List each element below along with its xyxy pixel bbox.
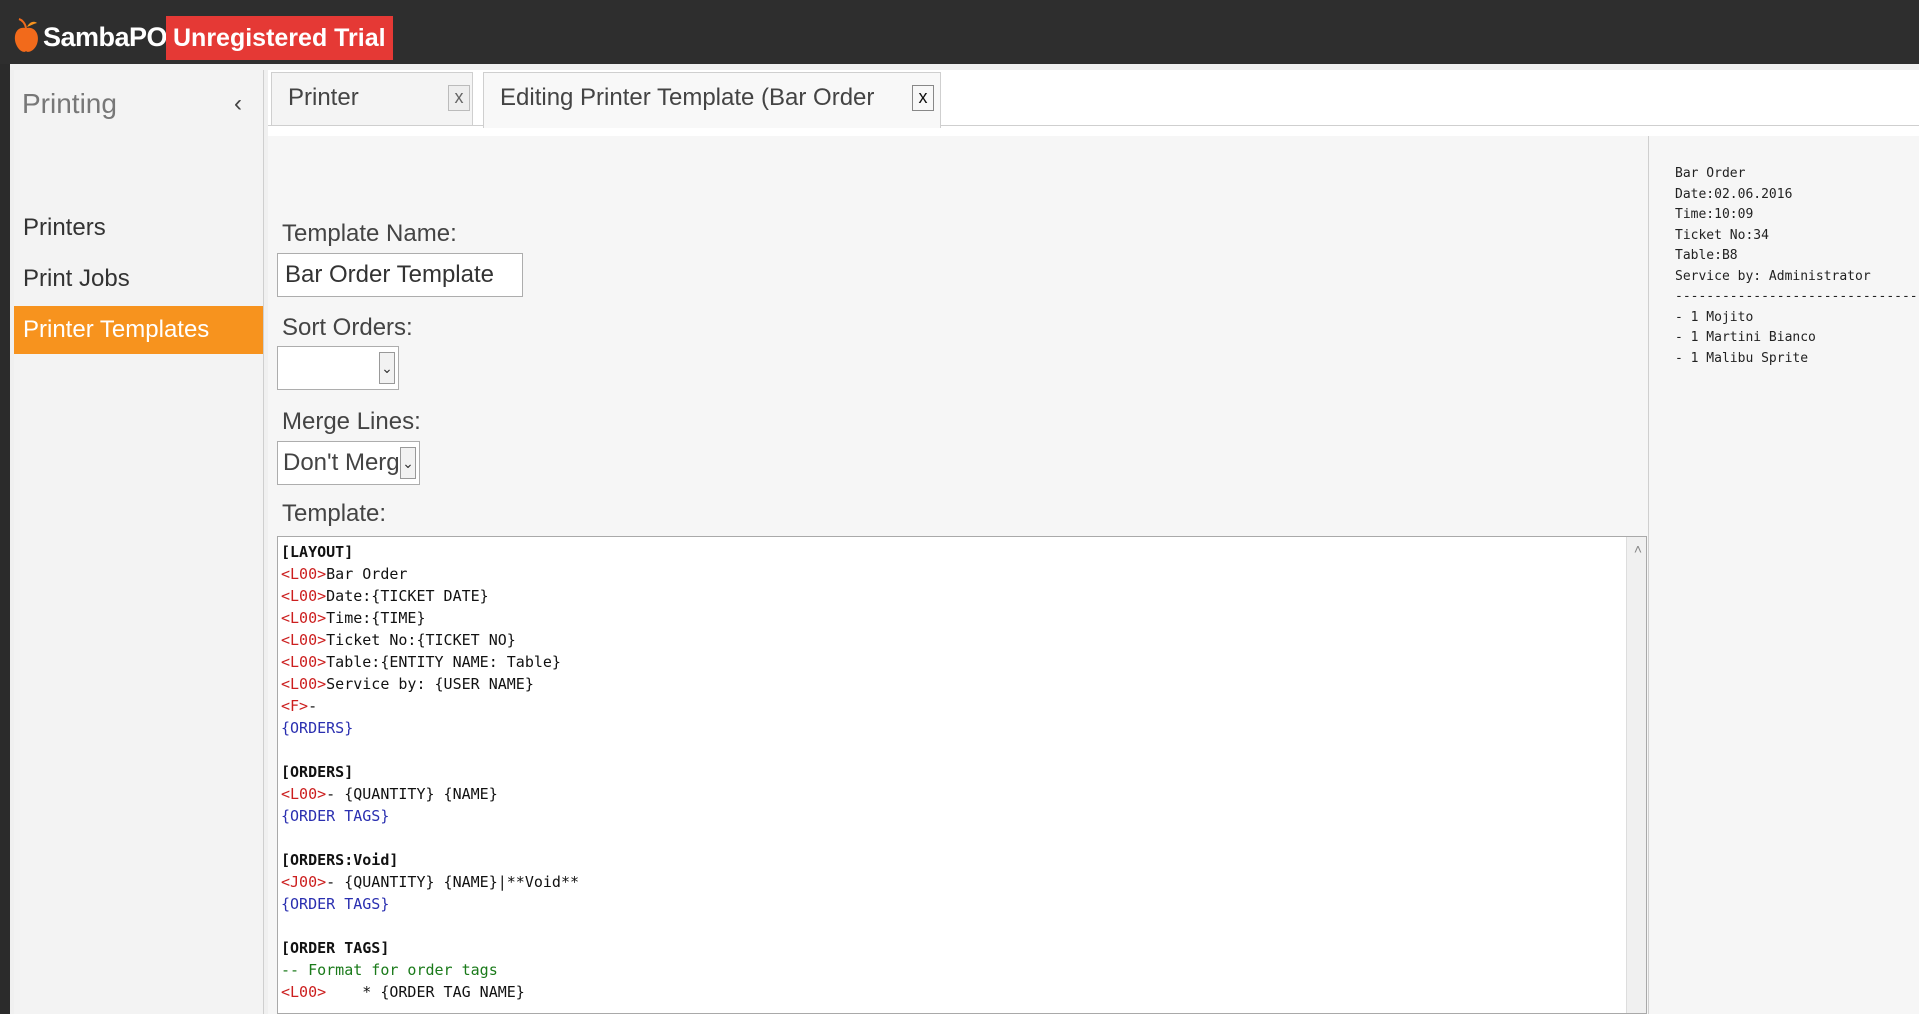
code-line: <L00>Ticket No:{TICKET NO} (281, 629, 579, 651)
merge-lines-value: Don't Merge (283, 449, 413, 476)
preview-line: Time:10:09 (1675, 207, 1754, 222)
preview-line: - 1 Malibu Sprite (1675, 350, 1809, 366)
code-line: <L00>Table:{ENTITY NAME: Table} (281, 651, 579, 673)
fruit-logo-icon (14, 18, 38, 52)
preview-line: - 1 Martini Bianco (1675, 330, 1816, 345)
code-token: - (308, 697, 318, 715)
code-token: <L00> (281, 587, 327, 605)
editor-pane: Template Name: Sort Orders: ⌄ Merge Line… (268, 136, 1648, 1014)
code-line: [ORDER TAGS] (281, 937, 579, 959)
code-token: [ORDERS:Void] (281, 851, 399, 869)
preview-line: Bar Order (1675, 166, 1746, 181)
preview-line: -------------------------------- (1675, 289, 1919, 304)
preview-line: Ticket No:34 (1675, 227, 1769, 243)
content-area: Printer Templates x Editing Printer Temp… (268, 70, 1919, 1014)
code-token: {ORDER TAGS} (281, 807, 390, 825)
template-name-input[interactable] (277, 253, 523, 297)
code-line: {ORDERS} (281, 717, 579, 739)
code-token: Time:{TIME} (326, 609, 426, 627)
code-line: <L00>- {QUANTITY} {NAME} (281, 783, 579, 805)
code-line: <L00>Time:{TIME} (281, 607, 579, 629)
code-line: [ORDERS] (281, 761, 579, 783)
sidebar-item-print-jobs[interactable]: Print Jobs (14, 255, 263, 303)
merge-lines-label: Merge Lines: (282, 408, 421, 435)
merge-lines-select[interactable]: Don't Merge ⌄ (277, 441, 420, 485)
code-token: <L00> (281, 653, 327, 671)
code-token: <L00> (281, 609, 327, 627)
code-token: Bar Order (326, 565, 408, 583)
chevron-down-icon[interactable]: ⌄ (379, 352, 395, 384)
code-token: <L00> (281, 675, 327, 693)
code-line: {ORDER TAGS} (281, 893, 579, 915)
sort-orders-label: Sort Orders: (282, 314, 413, 341)
preview-line: Table:B8 (1675, 248, 1738, 263)
tab-bar: Printer Templates x Editing Printer Temp… (268, 70, 1919, 161)
tab-printer-templates[interactable]: Printer Templates x (271, 72, 473, 161)
sidebar-title: Printing (22, 88, 117, 119)
template-editor[interactable]: [LAYOUT] <L00>Bar Order <L00>Date:{TICKET … (277, 536, 1647, 1014)
code-token: <L00> (281, 983, 327, 1001)
code-token: <F> (281, 697, 309, 715)
code-token: {ORDERS} (281, 719, 354, 737)
trial-badge: Unregistered Trial (166, 16, 393, 60)
preview-line: - 1 Mojito (1675, 309, 1754, 325)
preview-line: Date:02.06.2016 (1675, 186, 1793, 202)
scroll-up-icon[interactable]: ˄ (1634, 541, 1642, 557)
ticket-preview: Bar Order Date:02.06.2016 Time:10:09 Ticket… (1675, 164, 1919, 369)
sort-orders-select[interactable]: ⌄ (277, 346, 399, 390)
code-token: * {ORDER TAG NAME} (326, 983, 525, 1001)
code-token: [ORDERS] (281, 763, 354, 781)
code-token: Date:{TICKET DATE} (326, 587, 489, 605)
code-line: <F>- (281, 695, 579, 717)
code-token: <L00> (281, 565, 327, 583)
chevron-left-icon[interactable]: ‹ (234, 90, 242, 118)
preview-pane: Bar Order Date:02.06.2016 Time:10:09 Ticket… (1648, 136, 1919, 1014)
chevron-down-icon[interactable]: ⌄ (400, 447, 416, 479)
sidebar: Printing ‹ Printers Print Jobs Printer T… (14, 70, 264, 1014)
code-token: {ORDER TAGS} (281, 895, 390, 913)
template-label: Template: (282, 500, 387, 527)
sidebar-item-printers[interactable]: Printers (14, 204, 263, 252)
code-token: - {QUANTITY} {NAME} (326, 785, 498, 803)
code-token: [ORDER TAGS] (281, 939, 390, 957)
code-line: [ORDERS:Void] (281, 849, 579, 871)
code-line: [LAYOUT] (281, 541, 579, 563)
code-line: -- Format for order tags (281, 959, 579, 981)
code-token: Ticket No:{TICKET NO} (326, 631, 516, 649)
code-line: <L00>Bar Order (281, 563, 579, 585)
preview-line: Service by: Administrator (1675, 268, 1871, 284)
tab-editing-printer-template[interactable]: Editing Printer Template (Bar Order Temp… (483, 72, 941, 161)
code-line: <L00>Date:{TICKET DATE} (281, 585, 579, 607)
close-icon[interactable]: x (912, 85, 934, 111)
code-line: <L00>Service by: {USER NAME} (281, 673, 579, 695)
code-token: -- Format for order tags (281, 961, 498, 979)
close-icon[interactable]: x (448, 85, 470, 111)
code-line: <J00>- {QUANTITY} {NAME}|**Void** (281, 871, 579, 893)
code-token: Table:{ENTITY NAME: Table} (326, 653, 561, 671)
code-token: <L00> (281, 631, 327, 649)
code-token: <J00> (281, 873, 327, 891)
app-name: SambaPOS (43, 22, 185, 52)
code-token: - {QUANTITY} {NAME}|**Void** (326, 873, 580, 891)
code-token: [LAYOUT] (281, 543, 354, 561)
sidebar-item-printer-templates[interactable]: Printer Templates (14, 306, 263, 354)
template-name-label: Template Name: (282, 220, 457, 247)
title-bar: SambaPOS Unregistered Trial (0, 0, 1919, 64)
template-code[interactable]: [LAYOUT] <L00>Bar Order <L00>Date:{TICKET … (281, 541, 579, 1003)
code-token: Service by: {USER NAME} (326, 675, 534, 693)
code-token: <L00> (281, 785, 327, 803)
vertical-scrollbar[interactable]: ˄ (1626, 537, 1646, 1013)
code-line: {ORDER TAGS} (281, 805, 579, 827)
code-line: <L00> * {ORDER TAG NAME} (281, 981, 579, 1003)
